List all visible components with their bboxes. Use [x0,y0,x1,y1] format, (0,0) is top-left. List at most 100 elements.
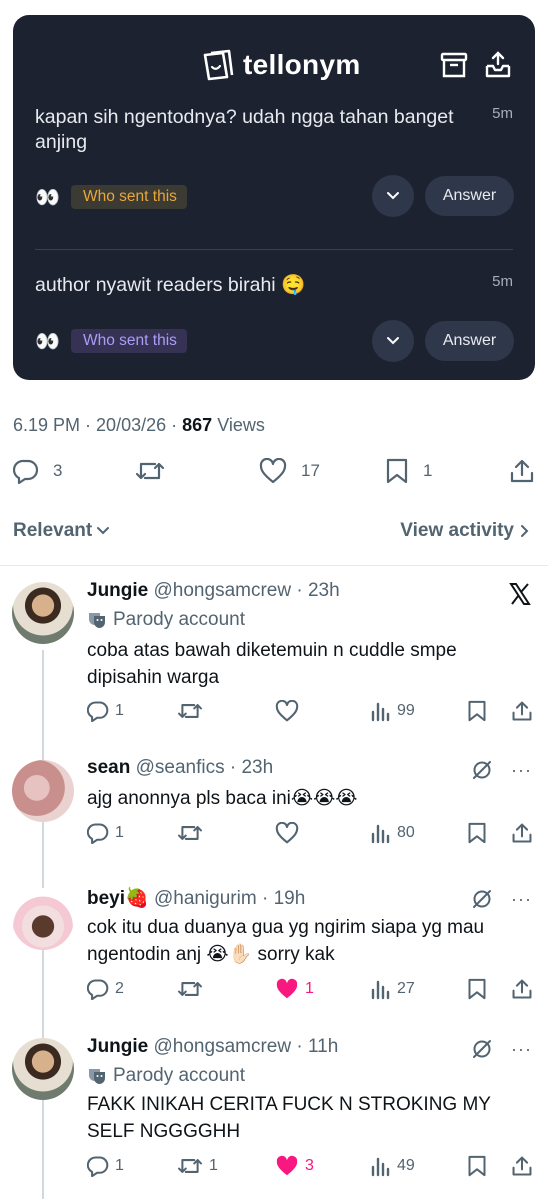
views-count: 49 [397,1157,415,1174]
parody-label: Parody account [87,1065,245,1087]
grok-icon[interactable] [471,888,493,910]
reply-text: cok itu dua duanya gua yg ngirim siapa y… [87,917,485,965]
bookmark-button[interactable] [467,700,487,722]
views-button[interactable]: 99 [371,700,415,722]
who-sent-this-button[interactable]: Who sent this [71,185,187,209]
display-name[interactable]: sean [87,757,130,778]
post-actions: 3 17 1 [0,458,548,490]
question-time: 5m [492,273,513,290]
reply-button[interactable]: 1 [87,822,124,844]
analytics-icon [371,702,390,722]
repost-icon [135,462,165,480]
like-button[interactable] [275,822,299,844]
reply-count: 2 [115,980,124,997]
parody-text: Parody account [113,609,246,630]
reply-button[interactable]: 2 [87,978,124,1000]
reply-header-icons: ··· [471,1038,532,1060]
reply-actions: 2 1 27 [87,978,537,1004]
views-count: 80 [397,824,415,841]
avatar[interactable] [12,1038,74,1100]
display-name[interactable]: Jungie [87,580,148,601]
reply-button[interactable]: 3 [13,458,62,484]
repost-button[interactable] [177,822,203,844]
heart-icon [275,700,299,722]
display-name[interactable]: beyi🍓 [87,888,149,909]
bookmark-button[interactable] [467,1155,487,1177]
avatar[interactable] [12,760,74,822]
reply-time: 23h [307,580,340,601]
user-handle[interactable]: @hanigurim [154,888,257,909]
reply-header-icons: ··· [471,888,532,910]
bookmark-button[interactable] [467,978,487,1000]
reply-text: ajg anonnya pls baca ini😭😭😭 [87,788,358,809]
expand-button[interactable] [372,175,414,217]
archive-icon[interactable] [440,51,468,84]
repost-icon [177,1159,203,1173]
question-text: kapan sih ngentodnya? udah ngga tahan ba… [35,106,454,153]
reply-button[interactable]: 1 [87,700,124,722]
share-icon [510,459,534,483]
reply-icon [13,459,39,484]
repost-icon [177,826,203,840]
tellonym-card: tellonym kapan sih ngentodnya? udah ngga… [13,15,535,380]
like-button[interactable]: 1 [275,978,314,1000]
chevron-down-icon [387,192,399,200]
share-button[interactable] [511,700,533,722]
more-icon[interactable]: ··· [511,760,532,781]
grok-icon[interactable] [471,1038,493,1060]
views-button[interactable]: 49 [371,1155,415,1177]
bookmark-button[interactable]: 1 [385,458,432,484]
repost-icon [177,982,203,996]
repost-button[interactable]: 1 [177,1155,218,1177]
views-button[interactable]: 80 [371,822,415,844]
views-count: 99 [397,702,415,719]
parody-text: Parody account [113,1065,246,1086]
repost-button[interactable] [177,700,203,722]
repost-button[interactable] [135,458,165,484]
reply-text: coba atas bawah diketemuin n cuddle smpe… [87,640,457,688]
view-activity-label: View activity [400,520,514,541]
reply-button[interactable]: 1 [87,1155,124,1177]
like-button[interactable] [275,700,299,722]
share-button[interactable] [509,458,535,484]
views-button[interactable]: 27 [371,978,415,1000]
avatar[interactable] [12,888,74,950]
view-activity-link[interactable]: View activity [400,520,530,542]
bookmark-icon [468,822,486,844]
answer-button[interactable]: Answer [425,321,514,361]
like-button[interactable]: 3 [275,1155,314,1177]
share-icon [512,823,532,843]
question-text: author nyawit readers birahi 🤤 [35,274,306,296]
user-handle[interactable]: @hongsamcrew [154,580,292,601]
heart-filled-icon [276,978,298,999]
like-button[interactable]: 17 [259,458,320,484]
inbox-upload-icon[interactable] [484,51,512,84]
share-button[interactable] [511,822,533,844]
repost-button[interactable] [177,978,203,1000]
who-sent-this-button[interactable]: Who sent this [71,329,187,353]
analytics-icon [371,1157,390,1177]
post-time: 6.19 PM [13,415,81,435]
chevron-down-icon [387,337,399,345]
share-button[interactable] [511,1155,533,1177]
more-icon[interactable]: ··· [511,889,532,910]
views-count: 867 [182,415,213,435]
more-icon[interactable]: ··· [511,1039,532,1060]
user-handle[interactable]: @hongsamcrew [154,1036,292,1057]
grok-icon[interactable] [471,759,493,781]
reply-icon [87,701,109,722]
display-name[interactable]: Jungie [87,1036,148,1057]
avatar[interactable] [12,582,74,644]
sort-dropdown[interactable]: Relevant [13,520,110,542]
bookmark-icon [468,700,486,722]
expand-button[interactable] [372,320,414,362]
reply-text: FAKK INIKAH CERITA FUCK N STROKING MY SE… [87,1094,491,1142]
share-button[interactable] [511,978,533,1000]
answer-button[interactable]: Answer [425,176,514,216]
reply-icon [87,979,109,1000]
x-logo-icon[interactable] [508,582,532,606]
analytics-icon [371,824,390,844]
analytics-icon [371,980,390,1000]
user-handle[interactable]: @seanfics [136,757,225,778]
bookmark-button[interactable] [467,822,487,844]
